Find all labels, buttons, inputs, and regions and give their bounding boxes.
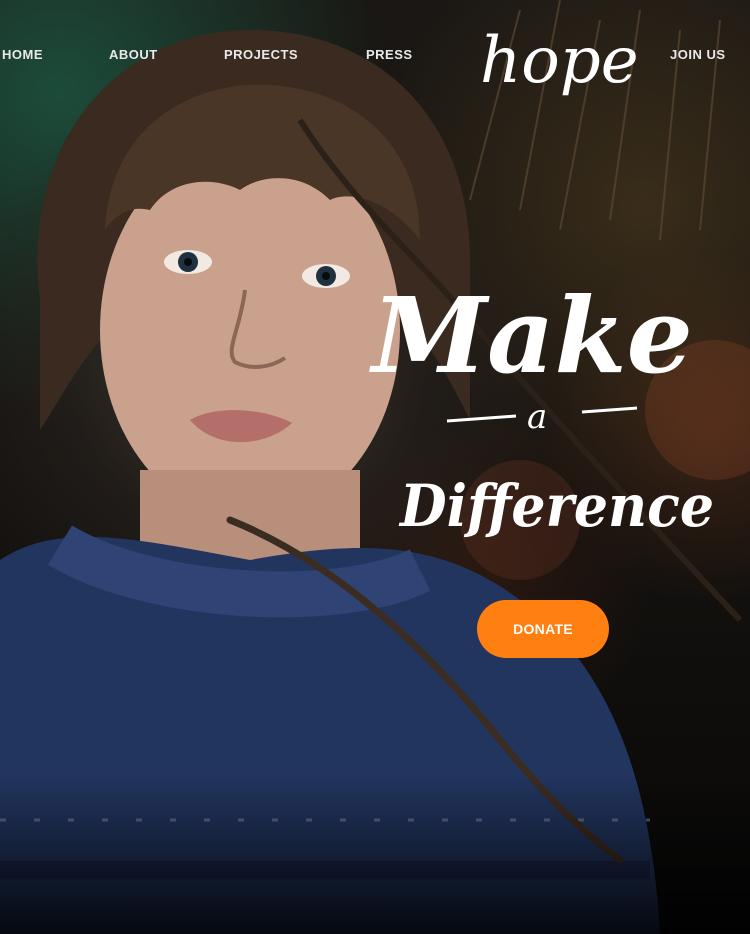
- nav-home[interactable]: HOME: [2, 47, 43, 62]
- nav-about[interactable]: ABOUT: [109, 47, 158, 62]
- nav-projects[interactable]: PROJECTS: [224, 47, 298, 62]
- nav-join-us[interactable]: JOIN US: [670, 47, 726, 62]
- top-nav: HOME ABOUT PROJECTS PRESS hope JOIN US: [0, 0, 750, 100]
- nav-press[interactable]: PRESS: [366, 47, 413, 62]
- hope-logo[interactable]: hope: [478, 0, 639, 108]
- hero-section: HOME ABOUT PROJECTS PRESS hope JOIN US M…: [0, 0, 750, 934]
- logo-text: hope: [480, 24, 639, 98]
- bottom-shade: [0, 774, 750, 934]
- donate-button[interactable]: DONATE: [477, 600, 609, 658]
